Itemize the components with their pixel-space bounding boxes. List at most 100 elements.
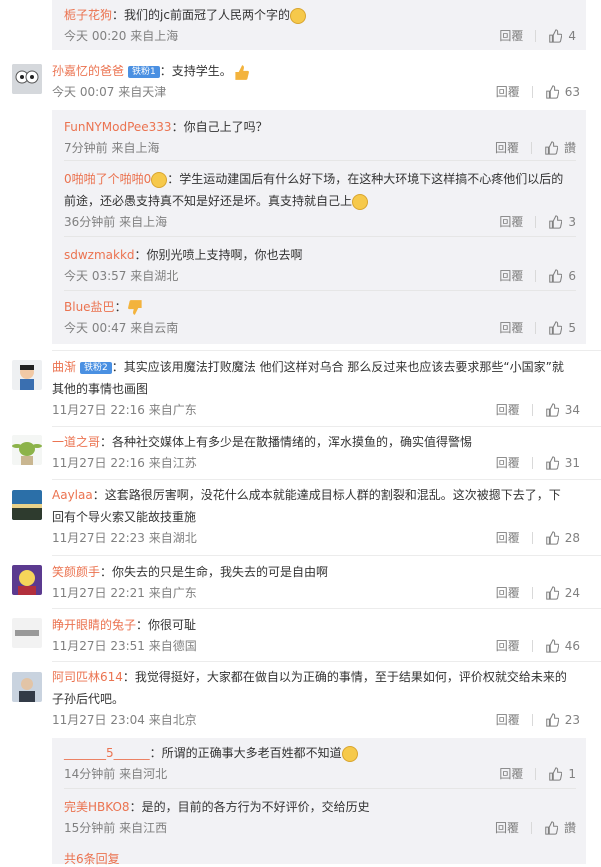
reply-button[interactable]: 回覆 bbox=[496, 636, 520, 656]
like-icon[interactable] bbox=[548, 269, 563, 283]
like-count: 6 bbox=[568, 269, 576, 283]
like-icon[interactable] bbox=[548, 215, 563, 229]
divider bbox=[531, 640, 533, 652]
divider bbox=[52, 350, 601, 351]
reply-time: 今天 00:47 bbox=[64, 321, 127, 335]
reply-text: ： bbox=[114, 300, 127, 314]
reply-button[interactable]: 回覆 bbox=[499, 26, 523, 46]
avatar[interactable] bbox=[12, 435, 42, 465]
comment-location: 来自江苏 bbox=[148, 456, 197, 470]
username-link[interactable]: 一道之哥 bbox=[52, 435, 100, 449]
reply-button[interactable]: 回覆 bbox=[495, 818, 519, 838]
username-link[interactable]: 孙嘉忆的爸爸 bbox=[52, 64, 124, 78]
like-icon[interactable] bbox=[545, 403, 559, 417]
avatar[interactable] bbox=[12, 672, 42, 702]
divider bbox=[64, 788, 576, 789]
username-link[interactable]: _______5______ bbox=[64, 746, 150, 760]
divider bbox=[535, 270, 537, 282]
like-icon[interactable] bbox=[545, 713, 559, 727]
like-icon[interactable] bbox=[548, 767, 563, 781]
like-icon[interactable] bbox=[545, 586, 559, 600]
comment-feed: 栀子花狗：我们的jc前面冠了人民两个字的 今天 00:20 来自上海 回覆 4 … bbox=[0, 0, 601, 866]
reply-time: 36分钟前 bbox=[64, 215, 116, 229]
reply-button[interactable]: 回覆 bbox=[499, 764, 523, 784]
like-icon[interactable] bbox=[544, 821, 558, 835]
username-link[interactable]: Aaylaa bbox=[52, 488, 93, 502]
comment-text: ：支持学生。 bbox=[159, 64, 232, 78]
like-count: 23 bbox=[564, 713, 580, 727]
reply-time: 14分钟前 bbox=[64, 767, 116, 781]
heart-eyes-emoji-icon bbox=[151, 171, 168, 188]
reply-text: ：是的，目前的各方行为不好评价，交给历史 bbox=[129, 800, 370, 814]
comment-location: 来自天津 bbox=[118, 85, 167, 99]
reply-button[interactable]: 回覆 bbox=[496, 82, 520, 102]
divider bbox=[531, 404, 533, 416]
divider bbox=[64, 236, 576, 237]
reply-button[interactable]: 回覆 bbox=[499, 212, 523, 232]
username-link[interactable]: FunNYModPee333 bbox=[64, 120, 172, 134]
reply-location: 来自江西 bbox=[119, 821, 168, 835]
reply-box: _______5______：所谓的正确事大多老百姓都不知道 14分钟前 来自河… bbox=[52, 738, 586, 866]
reply-button[interactable]: 回覆 bbox=[496, 583, 520, 603]
reply-button[interactable]: 回覆 bbox=[496, 528, 520, 548]
like-icon[interactable] bbox=[545, 531, 559, 545]
thumbs-down-emoji-icon bbox=[127, 299, 142, 315]
comment-location: 来自上海 bbox=[130, 29, 179, 43]
like-icon[interactable] bbox=[544, 141, 558, 155]
reply-text: ：你自己上了吗？ bbox=[171, 120, 268, 134]
like-count: 31 bbox=[564, 456, 580, 470]
avatar[interactable] bbox=[12, 618, 42, 648]
reply-time: 15分钟前 bbox=[64, 821, 116, 835]
fan-badge: 铁粉1 bbox=[128, 65, 160, 78]
comment-time: 11月27日 23:51 bbox=[52, 639, 145, 653]
reply-item: 完美HBKO8：是的，目前的各方行为不好评价，交给历史 15分钟前 来自江西 回… bbox=[64, 796, 576, 838]
username-link[interactable]: 完美HBKO8 bbox=[64, 800, 130, 814]
like-icon[interactable] bbox=[548, 29, 563, 43]
reply-button[interactable]: 回覆 bbox=[496, 710, 520, 730]
avatar[interactable] bbox=[12, 360, 42, 390]
reply-item: sdwzmakkd：你别光喷上支持啊，你也去啊 今天 03:57 来自湖北 回覆… bbox=[64, 244, 576, 286]
smirk-emoji-icon bbox=[341, 745, 358, 762]
username-link[interactable]: 0啪啪了个啪啪0 bbox=[64, 172, 151, 186]
comment-time: 今天 00:20 bbox=[64, 29, 127, 43]
like-count: 3 bbox=[568, 215, 576, 229]
avatar[interactable] bbox=[12, 490, 42, 520]
reply-item: _______5______：所谓的正确事大多老百姓都不知道 14分钟前 来自河… bbox=[64, 742, 576, 784]
reply-button[interactable]: 回覆 bbox=[499, 266, 523, 286]
username-link[interactable]: 睁开眼睛的兔子 bbox=[52, 618, 136, 632]
reply-time: 今天 03:57 bbox=[64, 269, 127, 283]
like-icon[interactable] bbox=[548, 321, 563, 335]
like-count: 4 bbox=[568, 29, 576, 43]
username-link[interactable]: Blue盐巴 bbox=[64, 300, 115, 314]
divider bbox=[531, 532, 533, 544]
divider bbox=[52, 479, 601, 480]
like-count: 讚 bbox=[563, 141, 576, 155]
reply-button[interactable]: 回覆 bbox=[496, 400, 520, 420]
username-link[interactable]: 阿司匹林614 bbox=[52, 670, 123, 684]
divider bbox=[52, 426, 601, 427]
username-link[interactable]: 栀子花狗 bbox=[64, 8, 112, 22]
reply-location: 来自湖北 bbox=[130, 269, 179, 283]
reply-text: ：你别光喷上支持啊，你也去啊 bbox=[134, 248, 303, 262]
username-link[interactable]: 曲渐 bbox=[52, 360, 76, 374]
like-count: 5 bbox=[568, 321, 576, 335]
avatar[interactable] bbox=[12, 64, 42, 94]
avatar[interactable] bbox=[12, 565, 42, 595]
comment-time: 11月27日 23:04 bbox=[52, 713, 145, 727]
username-link[interactable]: 笑颜颜手 bbox=[52, 565, 100, 579]
comment-location: 来自广东 bbox=[148, 586, 197, 600]
divider bbox=[535, 216, 537, 228]
reply-button[interactable]: 回覆 bbox=[499, 318, 523, 338]
like-icon[interactable] bbox=[545, 639, 559, 653]
divider bbox=[531, 587, 533, 599]
like-icon[interactable] bbox=[545, 456, 559, 470]
like-count: 讚 bbox=[563, 821, 576, 835]
reply-button[interactable]: 回覆 bbox=[496, 453, 520, 473]
divider bbox=[535, 322, 537, 334]
comment-text: ：我们的jc前面冠了人民两个字的 bbox=[112, 8, 290, 22]
like-icon[interactable] bbox=[545, 85, 559, 99]
divider bbox=[52, 661, 601, 662]
username-link[interactable]: sdwzmakkd bbox=[64, 248, 135, 262]
reply-time: 7分钟前 bbox=[64, 141, 108, 155]
reply-button[interactable]: 回覆 bbox=[495, 138, 519, 158]
